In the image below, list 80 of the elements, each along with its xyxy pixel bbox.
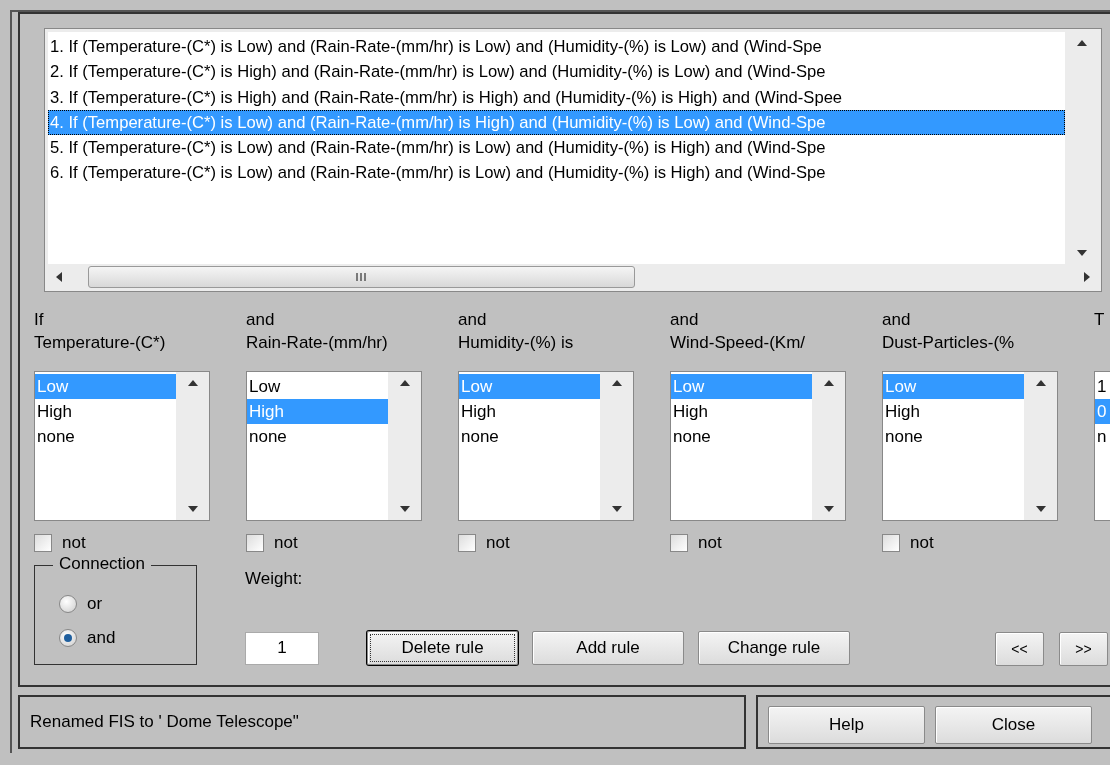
variable-label: Wind-Speed-(Km/ (670, 332, 806, 354)
membership-listbox[interactable]: Low High none (882, 371, 1058, 521)
radio-button[interactable] (59, 595, 77, 613)
connector-label: and (670, 309, 699, 331)
not-label: not (274, 533, 298, 553)
connector-label: and (246, 309, 275, 331)
list-option[interactable]: none (459, 424, 600, 449)
footer-button[interactable]: Help (768, 706, 925, 744)
connector-label: and (882, 309, 911, 331)
scroll-up-icon[interactable] (823, 380, 834, 386)
not-checkbox[interactable] (458, 534, 476, 552)
membership-listbox[interactable]: Low High none (458, 371, 634, 521)
radio-label: and (87, 628, 116, 648)
rule-item[interactable]: 3. If (Temperature-(C*) is High) and (Rain-Rate-(mm/hr) is High) and (Humidity-(%) is High) and (Wind-Spee (48, 84, 1065, 110)
not-checkbox[interactable] (882, 534, 900, 552)
not-checkbox[interactable] (34, 534, 52, 552)
not-label: not (62, 533, 86, 553)
membership-listbox[interactable]: 1 0 n (1094, 371, 1110, 521)
scroll-down-icon[interactable] (823, 506, 834, 512)
list-option[interactable]: none (35, 424, 176, 449)
list-option[interactable]: High (459, 399, 600, 424)
list-option[interactable]: none (247, 424, 388, 449)
footer-button[interactable]: Close (935, 706, 1092, 744)
not-checkbox[interactable] (246, 534, 264, 552)
scrollbar[interactable] (1065, 32, 1098, 264)
rule-button[interactable]: Change rule (698, 631, 850, 665)
scrollbar[interactable] (1024, 372, 1057, 520)
membership-listbox[interactable]: Low High none (670, 371, 846, 521)
weight-field[interactable]: 1 (245, 631, 319, 665)
not-checkbox[interactable] (670, 534, 688, 552)
scrollbar[interactable] (812, 372, 845, 520)
connector-label: T (1094, 309, 1105, 331)
weight-label: Weight: (245, 569, 304, 590)
scroll-down-icon[interactable] (1035, 506, 1046, 512)
scroll-up-icon[interactable] (187, 380, 198, 386)
rule-button[interactable]: Delete rule (367, 631, 518, 665)
rule-item[interactable]: 6. If (Temperature-(C*) is Low) and (Rain-Rate-(mm/hr) is Low) and (Humidity-(%) is High) and (Wind-Spe (48, 160, 1065, 186)
scroll-down-icon[interactable] (187, 506, 198, 512)
scrollbar[interactable] (176, 372, 209, 520)
list-option[interactable]: Low (247, 374, 388, 399)
rule-button[interactable]: Add rule (532, 631, 684, 665)
scroll-up-icon[interactable] (1035, 380, 1046, 386)
rule-item[interactable]: 1. If (Temperature-(C*) is Low) and (Rain-Rate-(mm/hr) is Low) and (Humidity-(%) is Low) and (Wind-Spe (48, 34, 1065, 60)
scroll-up-icon[interactable] (1076, 40, 1087, 46)
list-option[interactable]: n (1095, 424, 1110, 449)
variable-label: Humidity-(%) is (458, 332, 574, 354)
status-message: Renamed FIS to ' Dome Telescope" (30, 712, 299, 732)
not-label: not (910, 533, 934, 553)
nav-button[interactable]: >> (1059, 632, 1108, 666)
rule-item[interactable]: 2. If (Temperature-(C*) is High) and (Rain-Rate-(mm/hr) is Low) and (Humidity-(%) is Low) and (Wind-Spe (48, 59, 1065, 85)
radio-button[interactable] (59, 629, 77, 647)
variable-label: Dust-Particles-(% (882, 332, 1015, 354)
scroll-down-icon[interactable] (1076, 250, 1087, 256)
not-label: not (698, 533, 722, 553)
scrollbar[interactable] (600, 372, 633, 520)
grip-icon (356, 272, 367, 281)
list-option[interactable]: none (883, 424, 1024, 449)
scroll-up-icon[interactable] (399, 380, 410, 386)
list-option[interactable]: none (671, 424, 812, 449)
scroll-down-icon[interactable] (611, 506, 622, 512)
scrollbar-thumb[interactable] (88, 265, 635, 288)
scroll-down-icon[interactable] (399, 506, 410, 512)
not-label: not (486, 533, 510, 553)
radio-label: or (87, 594, 103, 614)
scroll-up-icon[interactable] (611, 380, 622, 386)
list-option[interactable]: High (671, 399, 812, 424)
scrollbar[interactable] (388, 372, 421, 520)
list-option[interactable]: High (883, 399, 1024, 424)
variable-label: Temperature-(C*) (34, 332, 166, 354)
variable-label: Rain-Rate-(mm/hr) (246, 332, 388, 354)
list-option[interactable]: High (35, 399, 176, 424)
connector-label: and (458, 309, 487, 331)
rule-item[interactable]: 5. If (Temperature-(C*) is Low) and (Rain-Rate-(mm/hr) is Low) and (Humidity-(%) is High) and (Wind-Spe (48, 135, 1065, 161)
nav-button[interactable]: << (995, 632, 1044, 666)
scroll-right-icon[interactable] (1084, 271, 1090, 282)
scroll-left-icon[interactable] (56, 271, 62, 282)
membership-listbox[interactable]: Low High none (246, 371, 422, 521)
connector-label: If (34, 309, 44, 331)
list-option[interactable]: 1 (1095, 374, 1110, 399)
membership-listbox[interactable]: Low High none (34, 371, 210, 521)
